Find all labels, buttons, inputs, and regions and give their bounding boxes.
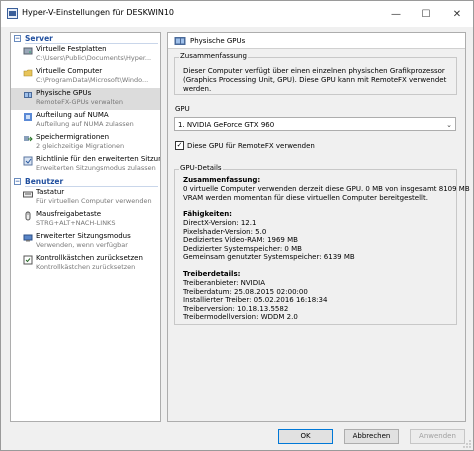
- tree-item-storage-migrations[interactable]: Speichermigrationen 2 gleichzeitige Migr…: [11, 132, 160, 154]
- title-bar[interactable]: Hyper-V-Einstellungen für DESKWIN10 — ☐ …: [1, 1, 473, 27]
- maximize-button[interactable]: ☐: [411, 1, 441, 27]
- keyboard-icon: [23, 191, 33, 198]
- hyperv-app-icon: [7, 8, 18, 19]
- panel-header: Physische GPUs: [168, 33, 465, 49]
- details-summary-heading: Zusammenfassung:: [183, 176, 261, 184]
- numa-icon: [24, 113, 32, 121]
- remotefx-checkbox[interactable]: ✓: [175, 141, 184, 150]
- panel-title: Physische GPUs: [190, 37, 246, 45]
- details-summary-line: VRAM werden momentan für diese virtuelle…: [183, 194, 428, 202]
- close-button[interactable]: ✕: [442, 1, 472, 27]
- chevron-down-icon[interactable]: ⌄: [446, 121, 452, 129]
- section-header-server[interactable]: − Server: [11, 33, 160, 44]
- folder-icon: [23, 69, 33, 77]
- section-header-label: Benutzer: [25, 177, 64, 186]
- details-cap-line: Dediziertes Video-RAM: 1969 MB: [183, 236, 298, 244]
- apply-button[interactable]: Anwenden: [410, 429, 465, 444]
- summary-title: Zusammenfassung: [179, 52, 248, 60]
- tree-item-numa[interactable]: Aufteilung auf NUMA Aufteilung auf NUMA …: [11, 110, 160, 132]
- details-driver-line: Treiberanbieter: NVIDIA: [183, 279, 265, 287]
- tree-item-virtual-disks[interactable]: Virtuelle Festplatten C:\Users\Public\Do…: [11, 44, 160, 66]
- details-driver-heading: Treiberdetails:: [183, 270, 241, 278]
- tree-item-enhanced-session-mode[interactable]: Erweiterter Sitzungsmodus Verwenden, wen…: [11, 231, 160, 253]
- gpu-details-title: GPU-Details: [179, 164, 223, 172]
- tree-item-reset-checkboxes[interactable]: Kontrollkästchen zurücksetzen Kontrollkä…: [11, 253, 160, 275]
- ok-button[interactable]: OK: [278, 429, 333, 444]
- details-driver-line: Treibermodellversion: WDDM 2.0: [183, 313, 298, 321]
- tree-item-virtual-computers[interactable]: Virtuelle Computer C:\ProgramData\Micros…: [11, 66, 160, 88]
- gpu-icon: [174, 37, 186, 45]
- settings-window: Hyper-V-Einstellungen für DESKWIN10 — ☐ …: [0, 0, 474, 451]
- minimize-button[interactable]: —: [381, 1, 411, 27]
- policy-icon: [23, 156, 33, 166]
- tree-item-keyboard[interactable]: Tastatur Für virtuellen Computer verwend…: [11, 187, 160, 209]
- details-cap-line: DirectX-Version: 12.1: [183, 219, 257, 227]
- mouse-icon: [25, 211, 31, 221]
- cancel-button[interactable]: Abbrechen: [344, 429, 399, 444]
- summary-text: Dieser Computer verfügt über einen einze…: [183, 67, 447, 93]
- hard-disk-icon: [23, 47, 33, 55]
- section-header-label: Server: [25, 34, 53, 43]
- details-cap-line: Gemeinsam genutzter Systemspeicher: 6139…: [183, 253, 355, 261]
- tree-item-mouse-release-key[interactable]: Mausfreigabetaste STRG+ALT+NACH-LINKS: [11, 209, 160, 231]
- tree-item-enhanced-session-policy[interactable]: Richtlinie für den erweiterten Sitzun...…: [11, 154, 160, 176]
- gpu-icon: [24, 92, 32, 98]
- remotefx-checkbox-label[interactable]: Diese GPU für RemoteFX verwenden: [187, 142, 315, 150]
- gpu-label: GPU: [175, 105, 190, 113]
- session-icon: [23, 234, 33, 242]
- collapse-icon[interactable]: −: [14, 35, 21, 42]
- migration-icon: [24, 136, 33, 142]
- details-summary-line: 0 virtuelle Computer verwenden derzeit d…: [183, 185, 470, 193]
- settings-tree[interactable]: − Server Virtuelle Festplatten C:\Users\…: [10, 32, 161, 422]
- section-header-user[interactable]: − Benutzer: [11, 176, 160, 187]
- gpu-select-value: 1. NVIDIA GeForce GTX 960: [178, 121, 275, 129]
- resize-grip-icon[interactable]: [463, 440, 471, 448]
- window-title: Hyper-V-Einstellungen für DESKWIN10: [22, 8, 175, 17]
- gpu-select[interactable]: 1. NVIDIA GeForce GTX 960 ⌄: [174, 117, 456, 131]
- reset-icon: [23, 255, 33, 265]
- details-driver-line: Installierter Treiber: 05.02.2016 16:18:…: [183, 296, 328, 304]
- tree-item-physical-gpus[interactable]: Physische GPUs RemoteFX-GPUs verwalten: [11, 88, 160, 110]
- details-caps-heading: Fähigkeiten:: [183, 210, 232, 218]
- collapse-icon[interactable]: −: [14, 178, 21, 185]
